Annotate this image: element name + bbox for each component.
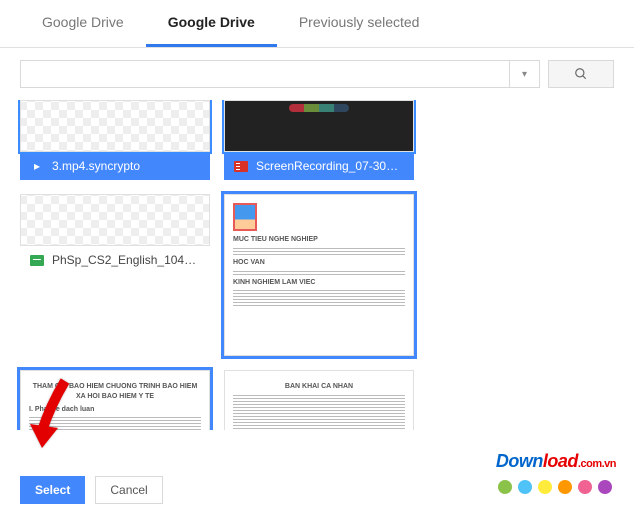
- cancel-button[interactable]: Cancel: [95, 476, 162, 504]
- doc-preview: THAM GIA BAO HIEM CHUONG TRINH BAO HIEM …: [21, 371, 209, 430]
- file-item[interactable]: ▸ 3.mp4.syncrypto: [20, 100, 210, 180]
- file-caption: PhSp_CS2_English_104…: [20, 246, 210, 274]
- file-item[interactable]: THAM GIA BAO HIEM CHUONG TRINH BAO HIEM …: [20, 370, 210, 430]
- search-icon: [574, 67, 588, 81]
- tab-drive2[interactable]: Google Drive: [146, 0, 277, 47]
- tabs-row: Google Drive Google Drive Previously sel…: [0, 0, 634, 48]
- file-name: ScreenRecording_07-30…: [256, 159, 398, 173]
- file-name: PhSp_CS2_English_104…: [52, 253, 196, 267]
- search-row: ▾: [0, 48, 634, 100]
- file-caption: ▸ 3.mp4.syncrypto: [20, 152, 210, 180]
- file-item[interactable]: BAN KHAI CA NHAN PDF: [224, 370, 414, 430]
- file-name: 3.mp4.syncrypto: [52, 159, 140, 173]
- file-grid: ▸ 3.mp4.syncrypto ScreenRecording_07-30……: [0, 100, 634, 430]
- file-thumbnail: [20, 194, 210, 246]
- tab-drive1[interactable]: Google Drive: [20, 0, 146, 47]
- file-item[interactable]: MUC TIEU NGHE NGHIEP HOC VAN KINH NGHIEM…: [224, 194, 414, 356]
- archive-icon: [30, 253, 44, 267]
- watermark-logo: Download.com.vn: [496, 451, 616, 472]
- file-caption: ScreenRecording_07-30…: [224, 152, 414, 180]
- watermark-dots: [498, 480, 612, 494]
- file-thumbnail: [224, 100, 414, 152]
- file-thumbnail: [20, 100, 210, 152]
- select-button[interactable]: Select: [20, 476, 85, 504]
- file-item[interactable]: ScreenRecording_07-30…: [224, 100, 414, 180]
- search-button[interactable]: [548, 60, 614, 88]
- doc-preview: MUC TIEU NGHE NGHIEP HOC VAN KINH NGHIEM…: [225, 195, 413, 316]
- video-icon: [234, 159, 248, 173]
- play-icon: ▸: [30, 159, 44, 173]
- tab-previous[interactable]: Previously selected: [277, 0, 442, 47]
- file-item[interactable]: PhSp_CS2_English_104…: [20, 194, 210, 356]
- search-dropdown[interactable]: ▾: [509, 61, 539, 87]
- search-input[interactable]: ▾: [20, 60, 540, 88]
- doc-preview: BAN KHAI CA NHAN: [225, 371, 413, 430]
